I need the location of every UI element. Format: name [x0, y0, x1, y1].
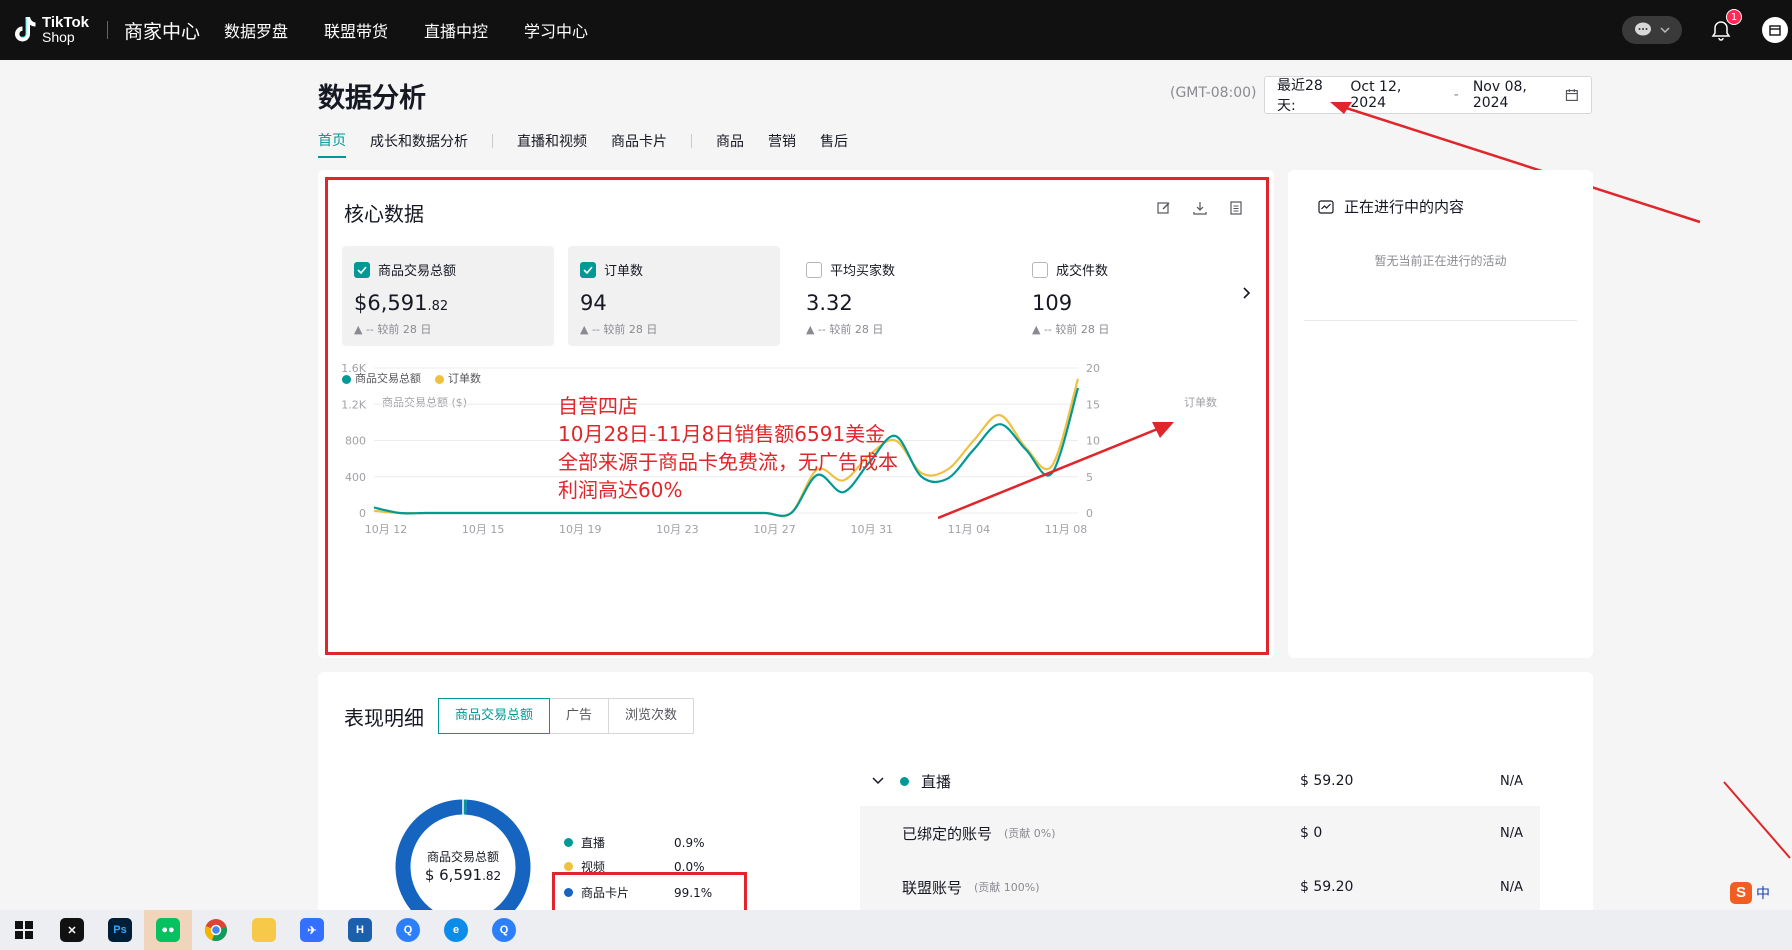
notifications-button[interactable]: 1 — [1710, 9, 1742, 41]
logo-line2: Shop — [42, 29, 75, 45]
file-explorer-icon[interactable] — [240, 910, 288, 950]
table-row-affiliate-account[interactable]: 联盟账号 (贡献 100%) $ 59.20 N/A — [860, 860, 1540, 914]
timezone-label: (GMT-08:00) — [1170, 85, 1257, 101]
logo-line1: TikTok — [42, 14, 89, 31]
tab-divider — [691, 134, 692, 148]
row-amount: $ 0 — [1300, 825, 1323, 841]
breakdown-row-live: 直播 0.9% — [564, 834, 705, 851]
tab-marketing[interactable]: 营销 — [768, 131, 796, 157]
row-na: N/A — [1500, 773, 1523, 789]
legend-dot — [564, 862, 573, 871]
edge-icon[interactable]: e — [432, 910, 480, 950]
divider — [1304, 320, 1577, 321]
detail-segment-control: 商品交易总额 广告 浏览次数 — [438, 698, 695, 734]
feishu-icon[interactable]: ✈ — [288, 910, 336, 950]
store-avatar-button[interactable] — [1762, 17, 1788, 43]
empty-state-text: 暂无当前正在进行的活动 — [1374, 254, 1507, 268]
legend-dot — [900, 776, 909, 786]
windows-start-icon[interactable] — [0, 910, 48, 950]
qq-browser-icon[interactable]: Q — [384, 910, 432, 950]
donut-prefix: $ — [424, 866, 435, 884]
trend-chart-icon — [1318, 199, 1334, 214]
tab-product-card[interactable]: 商品卡片 — [611, 131, 667, 157]
nav-item-affiliate[interactable]: 联盟带货 — [324, 18, 388, 42]
breakdown-name: 直播 — [581, 836, 606, 850]
windows-taskbar: ✕ Ps ●● ✈ H Q e Q — [0, 910, 1792, 950]
row-name: 已绑定的账号 — [902, 824, 993, 843]
tab-growth[interactable]: 成长和数据分析 — [370, 131, 468, 157]
segment-views[interactable]: 浏览次数 — [608, 698, 695, 734]
annotation-arrow-edge — [1723, 781, 1791, 859]
sogou-icon: S — [1730, 882, 1752, 904]
tab-after-sales[interactable]: 售后 — [820, 131, 848, 157]
chat-bubble-icon — [1635, 22, 1651, 36]
tiktok-shop-logo[interactable]: TikTok Shop — [12, 15, 89, 45]
donut-decimals: .82 — [482, 869, 502, 883]
nav-item-live-control[interactable]: 直播中控 — [424, 18, 488, 42]
table-row-live[interactable]: 直播 $ 59.20 N/A — [860, 754, 1540, 808]
analysis-tabs: 首页 成长和数据分析 直播和视频 商品卡片 商品 营销 售后 — [318, 130, 872, 158]
row-contrib: (贡献 100%) — [974, 881, 1040, 894]
seller-center-title[interactable]: 商家中心 — [124, 17, 200, 44]
donut-value: 6,591 — [439, 866, 483, 884]
chevron-down-icon — [1660, 27, 1670, 34]
notification-badge: 1 — [1726, 9, 1742, 25]
ime-indicator[interactable]: S中 — [1730, 882, 1770, 904]
chat-menu-button[interactable] — [1622, 16, 1682, 44]
annotation-highlight-core — [325, 177, 1269, 655]
ongoing-content-title: 正在进行中的内容 — [1344, 198, 1465, 216]
ime-label: 中 — [1756, 886, 1770, 902]
store-icon — [1769, 25, 1781, 36]
page-title: 数据分析 — [318, 83, 426, 114]
ongoing-content-card: 正在进行中的内容 暂无当前正在进行的活动 — [1288, 170, 1593, 658]
tab-home[interactable]: 首页 — [318, 130, 346, 158]
performance-detail-title: 表现明细 — [344, 706, 424, 730]
nav-item-data-compass[interactable]: 数据罗盘 — [224, 18, 288, 42]
annotation-highlight-product-card — [552, 872, 747, 913]
capcut-icon[interactable]: ✕ — [48, 910, 96, 950]
top-nav-bar: TikTok Shop 商家中心 数据罗盘 联盟带货 直播中控 学习中心 1 — [0, 0, 1792, 60]
wechat-icon[interactable]: ●● — [144, 910, 192, 950]
row-amount: $ 59.20 — [1300, 879, 1354, 895]
legend-dot — [564, 838, 573, 847]
tab-products[interactable]: 商品 — [716, 131, 744, 157]
tab-divider — [492, 134, 493, 148]
row-name: 联盟账号 — [902, 878, 963, 897]
donut-center-value: $ 6,591.82 — [388, 866, 538, 884]
nav-divider — [106, 21, 108, 39]
qq-browser-2-icon[interactable]: Q — [480, 910, 528, 950]
breakdown-pct: 0.9% — [674, 835, 705, 850]
donut-center-label: 商品交易总额 — [426, 850, 499, 864]
row-amount: $ 59.20 — [1300, 773, 1354, 789]
row-contrib: (贡献 0%) — [1004, 827, 1056, 840]
huke-icon[interactable]: H — [336, 910, 384, 950]
row-na: N/A — [1500, 879, 1523, 895]
photoshop-icon[interactable]: Ps — [96, 910, 144, 950]
segment-ads[interactable]: 广告 — [549, 698, 610, 734]
tiktok-logo-icon — [12, 15, 38, 45]
tab-live-video[interactable]: 直播和视频 — [517, 131, 587, 157]
row-na: N/A — [1500, 825, 1523, 841]
nav-item-learning[interactable]: 学习中心 — [524, 18, 588, 42]
chrome-icon[interactable] — [192, 910, 240, 950]
row-name: 直播 — [921, 772, 952, 791]
performance-detail-card: 表现明细 商品交易总额 广告 浏览次数 商品交易总额 $ 6,591.82 直播… — [318, 672, 1593, 950]
chevron-down-icon[interactable] — [872, 777, 884, 785]
segment-gmv[interactable]: 商品交易总额 — [438, 698, 551, 734]
table-row-bound-account[interactable]: 已绑定的账号 (贡献 0%) $ 0 N/A — [860, 806, 1540, 860]
